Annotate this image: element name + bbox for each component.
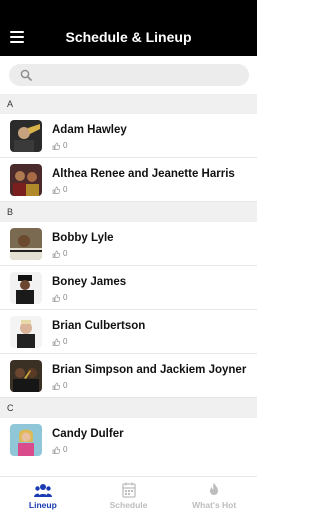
artist-name: Bobby Lyle: [52, 232, 114, 244]
list-item[interactable]: Candy Dulfer 0: [0, 418, 257, 462]
like-count[interactable]: 0: [52, 249, 67, 258]
artist-name: Brian Culbertson: [52, 320, 146, 332]
thumbs-up-icon: [52, 338, 60, 346]
list-item[interactable]: Brian Simpson and Jackiem Joyner 0: [0, 354, 257, 398]
tab-lineup[interactable]: Lineup: [0, 477, 86, 512]
tab-label: What's Hot: [192, 499, 237, 510]
search-input[interactable]: [39, 64, 239, 86]
thumbs-up-icon: [52, 186, 60, 194]
artist-avatar: [10, 360, 42, 392]
group-icon: [33, 483, 52, 497]
artist-avatar: [10, 424, 42, 456]
artist-avatar: [10, 272, 42, 304]
page-title: Schedule & Lineup: [65, 29, 192, 45]
artist-avatar: [10, 164, 42, 196]
artist-avatar: [10, 228, 42, 260]
search-bar: [0, 56, 257, 94]
list-item[interactable]: Althea Renee and Jeanette Harris 0: [0, 158, 257, 202]
tab-label: Schedule: [109, 499, 148, 510]
section-header-b: B: [0, 202, 257, 222]
tab-schedule[interactable]: Schedule: [86, 477, 172, 512]
artist-name: Boney James: [52, 276, 127, 288]
list-item[interactable]: Bobby Lyle 0: [0, 222, 257, 266]
like-count-value: 0: [63, 337, 68, 346]
app-header: Schedule & Lineup: [0, 0, 257, 56]
thumbs-up-icon: [52, 250, 60, 258]
like-count-value: 0: [63, 249, 68, 258]
tab-whats-hot[interactable]: What's Hot: [171, 477, 257, 512]
artist-name: Brian Simpson and Jackiem Joyner: [52, 364, 247, 376]
search-box[interactable]: [9, 64, 249, 86]
like-count[interactable]: 0: [52, 337, 67, 346]
artist-name: Adam Hawley: [52, 124, 127, 136]
thumbs-up-icon: [52, 446, 60, 454]
section-header-a: A: [0, 94, 257, 114]
like-count[interactable]: 0: [52, 381, 67, 390]
thumbs-up-icon: [52, 294, 60, 302]
thumbs-up-icon: [52, 382, 60, 390]
search-icon: [20, 69, 32, 81]
list-item[interactable]: Boney James 0: [0, 266, 257, 310]
bottom-tab-bar: Lineup Schedule What's Hot: [0, 476, 257, 512]
like-count[interactable]: 0: [52, 445, 67, 454]
artist-name: Althea Renee and Jeanette Harris: [52, 168, 235, 180]
like-count-value: 0: [63, 185, 68, 194]
like-count-value: 0: [63, 293, 68, 302]
artist-name: Candy Dulfer: [52, 428, 124, 440]
list-item[interactable]: Adam Hawley 0: [0, 114, 257, 158]
section-header-c: C: [0, 398, 257, 418]
hamburger-icon[interactable]: [10, 31, 24, 43]
calendar-icon: [121, 482, 136, 498]
like-count-value: 0: [63, 141, 68, 150]
thumbs-up-icon: [52, 142, 60, 150]
like-count-value: 0: [63, 445, 68, 454]
flame-icon: [210, 482, 219, 495]
artist-avatar: [10, 120, 42, 152]
artist-avatar: [10, 316, 42, 348]
like-count[interactable]: 0: [52, 141, 67, 150]
tab-label: Lineup: [28, 499, 57, 510]
like-count[interactable]: 0: [52, 293, 67, 302]
artist-list[interactable]: A Adam Hawley 0 Althea Renee and Jeanett…: [0, 94, 257, 476]
like-count[interactable]: 0: [52, 185, 67, 194]
like-count-value: 0: [63, 381, 68, 390]
list-item[interactable]: Brian Culbertson 0: [0, 310, 257, 354]
